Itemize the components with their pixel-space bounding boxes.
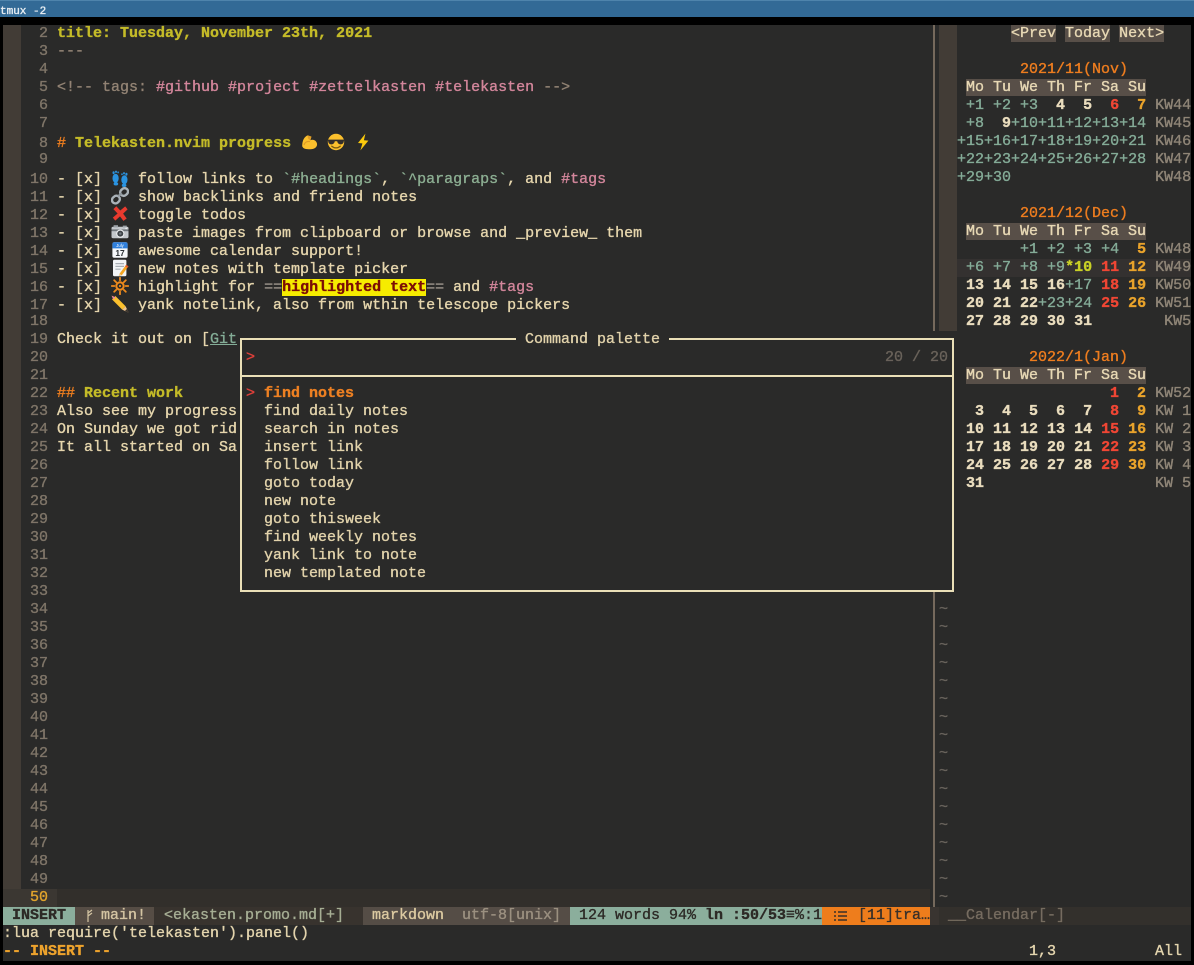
- svg-text:17: 17: [115, 248, 125, 258]
